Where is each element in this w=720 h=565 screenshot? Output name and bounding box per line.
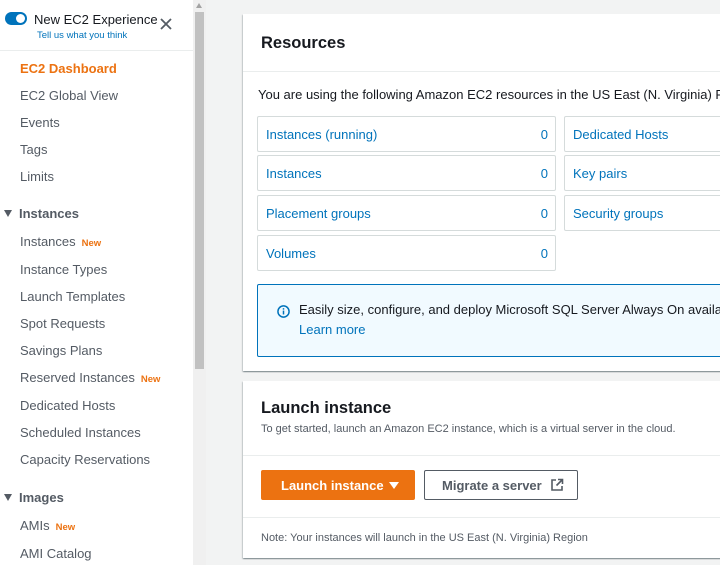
resource-label[interactable]: Volumes <box>266 246 316 261</box>
resource-label[interactable]: Key pairs <box>573 166 627 181</box>
info-text: Easily size, configure, and deploy Micro… <box>299 302 720 317</box>
new-badge: New <box>55 522 76 533</box>
scroll-up-arrow-icon[interactable] <box>196 3 202 8</box>
resource-label[interactable]: Placement groups <box>266 206 371 221</box>
sidebar-item-label: AMIs <box>20 518 50 533</box>
launch-instance-description: To get started, launch an Amazon EC2 ins… <box>261 423 676 435</box>
resource-label[interactable]: Dedicated Hosts <box>573 127 668 142</box>
feedback-link[interactable]: Tell us what you think <box>37 30 127 41</box>
info-icon <box>277 305 290 318</box>
sidebar-item-ec2-global-view[interactable]: EC2 Global View <box>20 88 118 103</box>
sidebar-item-reserved-instances[interactable]: Reserved Instances New <box>20 370 160 385</box>
sidebar-item-label: Reserved Instances <box>20 370 135 385</box>
external-link-icon <box>551 478 564 491</box>
divider <box>243 71 720 72</box>
sidebar-scrollbar-thumb[interactable] <box>195 12 204 369</box>
sidebar-item-launch-templates[interactable]: Launch Templates <box>20 289 125 304</box>
resources-title: Resources <box>261 34 346 52</box>
resource-count[interactable]: 0 <box>541 166 548 181</box>
launch-region-note: Note: Your instances will launch in the … <box>261 532 588 544</box>
close-icon[interactable] <box>158 16 174 32</box>
resource-card-security-groups[interactable]: Security groups <box>564 195 720 231</box>
section-instances[interactable]: Instances <box>4 206 79 221</box>
caret-down-icon <box>4 210 12 217</box>
sidebar-item-events[interactable]: Events <box>20 115 60 130</box>
sidebar-item-spot-requests[interactable]: Spot Requests <box>20 316 105 331</box>
resource-card-placement-groups[interactable]: Placement groups 0 <box>257 195 556 231</box>
resources-panel: Resources You are using the following Am… <box>243 14 720 371</box>
sidebar-item-instances[interactable]: Instances New <box>20 234 101 249</box>
resource-count[interactable]: 0 <box>541 206 548 221</box>
sidebar-item-ami-catalog[interactable]: AMI Catalog <box>20 546 92 561</box>
sidebar-item-savings-plans[interactable]: Savings Plans <box>20 343 102 358</box>
toggle-knob <box>16 14 25 23</box>
button-label: Launch instance <box>281 478 384 493</box>
resource-card-key-pairs[interactable]: Key pairs <box>564 155 720 191</box>
launch-instance-title: Launch instance <box>261 399 392 417</box>
new-experience-toggle[interactable] <box>5 12 27 25</box>
resource-card-instances[interactable]: Instances 0 <box>257 155 556 191</box>
sidebar-item-dedicated-hosts[interactable]: Dedicated Hosts <box>20 398 115 413</box>
learn-more-link[interactable]: Learn more <box>299 322 365 337</box>
info-alert: Easily size, configure, and deploy Micro… <box>257 284 720 357</box>
sidebar-item-label: Instances <box>20 234 76 249</box>
resource-label[interactable]: Instances (running) <box>266 127 377 142</box>
launch-instance-button[interactable]: Launch instance <box>261 470 415 500</box>
new-badge: New <box>140 374 161 385</box>
sidebar-item-scheduled-instances[interactable]: Scheduled Instances <box>20 425 141 440</box>
section-title-images: Images <box>19 490 64 505</box>
resource-card-instances-running[interactable]: Instances (running) 0 <box>257 116 556 152</box>
section-images[interactable]: Images <box>4 490 64 505</box>
sidebar-item-ec2-dashboard[interactable]: EC2 Dashboard <box>20 61 117 76</box>
migrate-server-button[interactable]: Migrate a server <box>424 470 578 500</box>
new-experience-label: New EC2 Experience <box>34 12 158 27</box>
sidebar-item-instance-types[interactable]: Instance Types <box>20 262 107 277</box>
resource-count[interactable]: 0 <box>541 246 548 261</box>
resource-label[interactable]: Instances <box>266 166 322 181</box>
resource-card-dedicated-hosts[interactable]: Dedicated Hosts <box>564 116 720 152</box>
resource-count[interactable]: 0 <box>541 127 548 142</box>
sidebar-item-limits[interactable]: Limits <box>20 169 54 184</box>
resource-label[interactable]: Security groups <box>573 206 663 221</box>
sidebar-item-tags[interactable]: Tags <box>20 142 47 157</box>
caret-down-icon <box>4 494 12 501</box>
sidebar-item-amis[interactable]: AMIs New <box>20 518 75 533</box>
resources-intro: You are using the following Amazon EC2 r… <box>258 87 720 102</box>
new-experience-bar: New EC2 Experience Tell us what you thin… <box>0 0 193 51</box>
button-label: Migrate a server <box>442 478 542 493</box>
section-title-instances: Instances <box>19 206 79 221</box>
divider <box>243 455 720 456</box>
sidebar-item-capacity-reservations[interactable]: Capacity Reservations <box>20 452 150 467</box>
caret-down-icon <box>389 482 399 489</box>
launch-instance-panel: Launch instance To get started, launch a… <box>243 381 720 558</box>
divider <box>243 517 720 518</box>
sidebar-nav: New EC2 Experience Tell us what you thin… <box>0 0 193 565</box>
resource-card-volumes[interactable]: Volumes 0 <box>257 235 556 271</box>
new-badge: New <box>81 238 102 249</box>
